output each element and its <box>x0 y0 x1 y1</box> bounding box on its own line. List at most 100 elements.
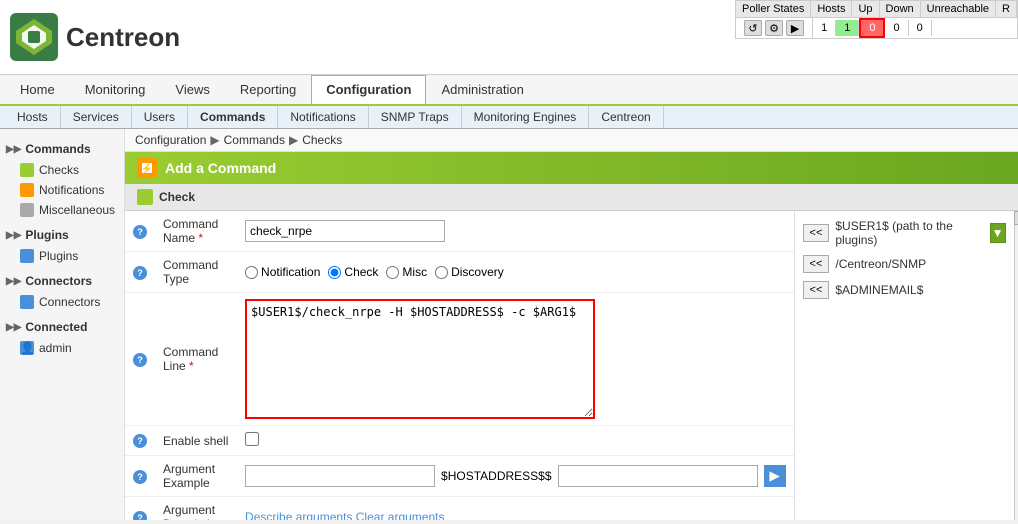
sub-nav-item-users[interactable]: Users <box>132 106 188 128</box>
argument-example-help[interactable]: ? <box>133 470 147 484</box>
main-nav-item-configuration[interactable]: Configuration <box>311 75 426 104</box>
main-nav-item-home[interactable]: Home <box>5 75 70 104</box>
argument-example-static: $HOSTADDRESS$$ <box>441 469 551 483</box>
command-type-row: ? Command Type Notification Check Misc D… <box>125 252 794 293</box>
radio-discovery[interactable]: Discovery <box>435 265 504 279</box>
var-label-1: $USER1$ (path to the plugins) <box>835 219 983 247</box>
poller-icons: ↺ ⚙ ▶ <box>744 20 804 36</box>
sidebar-section-connected: ▶▶Connected 👤 admin <box>0 316 124 358</box>
check-section-icon <box>137 189 153 205</box>
logo-icon <box>10 13 58 61</box>
sub-nav-item-monitoring-engines[interactable]: Monitoring Engines <box>462 106 590 128</box>
sidebar-item-connectors[interactable]: Connectors <box>0 292 124 312</box>
sidebar-arrow: ▶▶ <box>6 230 21 241</box>
radio-notification-input[interactable] <box>245 266 258 279</box>
sub-nav-item-services[interactable]: Services <box>61 106 132 128</box>
enable-shell-label: Enable shell <box>163 434 228 448</box>
sidebar-section-title-connectors[interactable]: ▶▶Connectors <box>0 270 124 292</box>
main-nav-item-monitoring[interactable]: Monitoring <box>70 75 161 104</box>
argument-descriptions-help[interactable]: ? <box>133 511 147 521</box>
add-command-icon: ⚡ <box>137 158 157 178</box>
argument-descriptions-label: Argument Descriptions <box>163 503 229 520</box>
var-insert-btn-1[interactable]: << <box>803 224 830 242</box>
radio-misc[interactable]: Misc <box>386 265 427 279</box>
command-type-help[interactable]: ? <box>133 266 147 280</box>
argument-example-input2[interactable] <box>558 465 758 487</box>
check-section-title: Check <box>125 184 1018 211</box>
argument-example-input1[interactable] <box>245 465 435 487</box>
command-name-label: Command Name <box>163 217 218 245</box>
sidebar-arrow: ▶▶ <box>6 276 21 287</box>
radio-misc-input[interactable] <box>386 266 399 279</box>
content: ▶▶CommandsChecksNotificationsMiscellaneo… <box>0 129 1018 520</box>
form-table: ? Command Name * ? Command Type Notifica… <box>125 211 794 520</box>
sub-nav-item-snmp-traps[interactable]: SNMP Traps <box>369 106 462 128</box>
command-name-input[interactable] <box>245 220 445 242</box>
sidebar-item-plugins[interactable]: Plugins <box>0 246 124 266</box>
argument-example-go-button[interactable]: ▶ <box>764 465 786 487</box>
radio-notification-label: Notification <box>261 265 320 279</box>
check-icon <box>20 163 34 177</box>
describe-arguments-button[interactable]: Describe arguments <box>245 510 352 520</box>
sub-nav-item-centreon[interactable]: Centreon <box>589 106 663 128</box>
sidebar-item-label: Plugins <box>39 249 78 263</box>
main-nav-item-reporting[interactable]: Reporting <box>225 75 311 104</box>
sidebar-section-title-connected[interactable]: ▶▶Connected <box>0 316 124 338</box>
var-insert-btn-2[interactable]: << <box>803 255 830 273</box>
connector-icon <box>20 295 34 309</box>
app-name: Centreon <box>66 22 180 53</box>
scroll-up-arrow[interactable]: ▲ <box>1014 211 1018 225</box>
sidebar-section-connectors: ▶▶Connectors Connectors <box>0 270 124 312</box>
poller-icon-3[interactable]: ▶ <box>786 20 804 36</box>
logo[interactable]: Centreon <box>10 13 180 61</box>
radio-notification[interactable]: Notification <box>245 265 320 279</box>
clear-arguments-button[interactable]: Clear arguments <box>356 510 445 520</box>
var-row-3: << $ADMINEMAIL$ <box>803 281 1006 299</box>
right-variable-panel: << $USER1$ (path to the plugins) ▼ << /C… <box>794 211 1014 520</box>
var-insert-btn-3[interactable]: << <box>803 281 830 299</box>
main-area: Configuration ▶ Commands ▶ Checks ⚡ Add … <box>125 129 1018 520</box>
poller-up-label: Up <box>852 1 879 17</box>
enable-shell-checkbox[interactable] <box>245 432 259 446</box>
sidebar-item-admin[interactable]: 👤 admin <box>0 338 124 358</box>
poller-row: ↺ ⚙ ▶ 1 1 0 0 0 <box>735 18 1018 39</box>
sidebar-section-plugins: ▶▶Plugins Plugins <box>0 224 124 266</box>
sidebar-item-miscellaneous[interactable]: Miscellaneous <box>0 200 124 220</box>
poller-icon-1[interactable]: ↺ <box>744 20 762 36</box>
poller-hosts-label: Hosts <box>811 1 852 17</box>
notification-icon <box>20 183 34 197</box>
header: Centreon Poller States Hosts Up Down Unr… <box>0 0 1018 75</box>
sidebar-item-checks[interactable]: Checks <box>0 160 124 180</box>
person-icon: 👤 <box>20 341 34 355</box>
add-command-header: ⚡ Add a Command <box>125 152 1018 184</box>
sub-nav-item-notifications[interactable]: Notifications <box>278 106 368 128</box>
main-nav-item-administration[interactable]: Administration <box>426 75 538 104</box>
sidebar-section-title-plugins[interactable]: ▶▶Plugins <box>0 224 124 246</box>
enable-shell-help[interactable]: ? <box>133 434 147 448</box>
argument-example-inputs: $HOSTADDRESS$$ ▶ <box>245 465 785 487</box>
main-nav-item-views[interactable]: Views <box>160 75 224 104</box>
poller-down-label: Down <box>880 1 921 17</box>
sub-nav-item-hosts[interactable]: Hosts <box>5 106 61 128</box>
sidebar-item-label: Miscellaneous <box>39 203 115 217</box>
command-type-label: Command Type <box>163 258 218 286</box>
radio-check[interactable]: Check <box>328 265 378 279</box>
command-line-help[interactable]: ? <box>133 353 147 367</box>
radio-discovery-input[interactable] <box>435 266 448 279</box>
sidebar-item-label: Connectors <box>39 295 100 309</box>
breadcrumb-item-3: Checks <box>302 133 342 147</box>
command-line-input[interactable]: $USER1$/check_nrpe -H $HOSTADDRESS$ -c $… <box>245 299 595 419</box>
sidebar: ▶▶CommandsChecksNotifications Miscellaneo… <box>0 129 125 520</box>
check-section-label: Check <box>159 190 195 204</box>
sub-nav-item-commands[interactable]: Commands <box>188 106 278 128</box>
poller-icon-2[interactable]: ⚙ <box>765 20 783 36</box>
var-dropdown-1[interactable]: ▼ <box>990 223 1006 243</box>
sidebar-item-label: admin <box>39 341 72 355</box>
sidebar-item-notifications[interactable]: Notifications <box>0 180 124 200</box>
breadcrumb-item-1: Configuration <box>135 133 206 147</box>
radio-check-input[interactable] <box>328 266 341 279</box>
var-label-3: $ADMINEMAIL$ <box>835 283 1005 297</box>
sidebar-section-title-commands[interactable]: ▶▶Commands <box>0 138 124 160</box>
right-scrollbar: ▲ <box>1014 211 1018 520</box>
command-name-help[interactable]: ? <box>133 225 147 239</box>
